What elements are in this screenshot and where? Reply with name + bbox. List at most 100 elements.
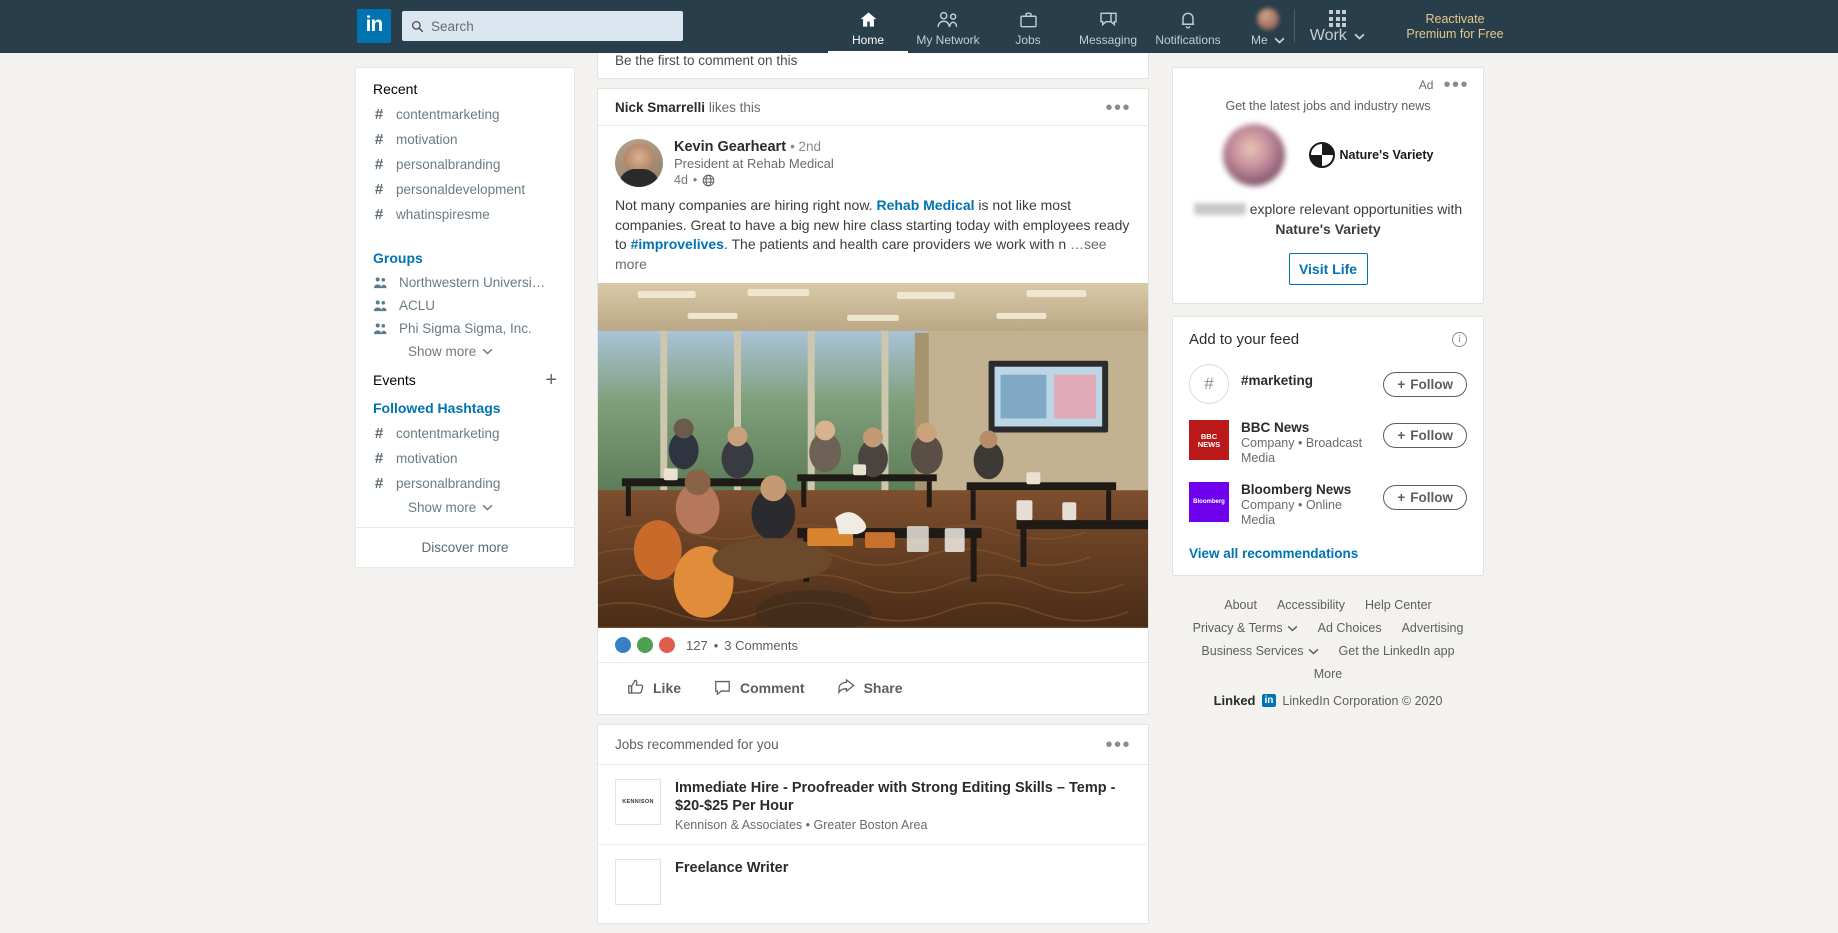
follow-button[interactable]: + Follow [1383,372,1467,397]
recent-hashtag-item[interactable]: # contentmarketing [373,106,557,123]
footer-link-about[interactable]: About [1224,598,1257,612]
followed-hashtags-title[interactable]: Followed Hashtags [373,400,557,416]
nav-item-notifications[interactable]: Notifications [1148,0,1228,53]
followed-hashtag-item[interactable]: # contentmarketing [373,425,557,442]
footer-link-accessibility[interactable]: Accessibility [1277,598,1345,612]
nav-item-me[interactable]: Me [1228,0,1308,53]
people-icon [936,8,960,30]
footer-link-privacy-terms[interactable]: Privacy & Terms [1193,621,1298,635]
nav-item-work[interactable]: Work [1300,0,1375,53]
info-icon[interactable]: i [1452,332,1467,347]
post-hashtag-improvelives[interactable]: #improvelives [631,236,724,252]
footer-row: Business Services Get the LinkedIn app [1172,644,1484,658]
hashtags-show-more-button[interactable]: Show more [408,500,557,515]
post-link-rehab-medical[interactable]: Rehab Medical [876,197,974,213]
view-all-recommendations-link[interactable]: View all recommendations [1173,537,1483,571]
ad-options-button[interactable]: ••• [1443,75,1469,95]
linkedin-logo[interactable]: in [357,9,391,43]
comment-count[interactable]: 3 Comments [724,638,798,653]
recent-section: Recent # contentmarketing # motivation #… [356,68,574,223]
share-button[interactable]: Share [823,670,917,705]
recent-hashtag-item[interactable]: # motivation [373,131,557,148]
footer-brand-word: Linked [1213,693,1256,708]
footer-link-business-services[interactable]: Business Services [1201,644,1318,658]
job-list-item[interactable]: Freelance Writer [598,845,1148,923]
group-item[interactable]: Phi Sigma Sigma, Inc. [373,321,557,336]
footer-link-get-app[interactable]: Get the LinkedIn app [1339,644,1455,658]
comment-button-label: Comment [740,679,805,696]
job-title[interactable]: Immediate Hire - Proofreader with Strong… [675,779,1131,815]
brand-mark-icon [1308,142,1335,168]
post-image[interactable] [598,283,1148,628]
group-label: Northwestern University Alu… [399,275,547,290]
group-item[interactable]: ACLU [373,298,557,313]
right-sidebar: Ad ••• Get the latest jobs and industry … [1172,67,1484,708]
search-input[interactable] [431,18,674,34]
add-to-feed-item-name[interactable]: BBC News [1241,420,1371,435]
visit-life-button[interactable]: Visit Life [1288,253,1368,285]
search-box[interactable] [402,11,683,41]
add-event-button[interactable]: + [545,370,557,390]
hashtag-icon: # [374,181,384,198]
footer-row: Privacy & Terms Ad Choices Advertising [1172,621,1484,635]
hashtag-icon: # [374,450,384,467]
recent-hashtag-item[interactable]: # personalbranding [373,156,557,173]
post-social-proof: Nick Smarrelli likes this ••• [598,89,1148,126]
care-reaction-icon [637,637,653,653]
like-button-label: Like [653,679,682,696]
followed-hashtag-label: personalbranding [396,476,501,491]
job-list-item[interactable]: KENNISON Immediate Hire - Proofreader wi… [598,765,1148,845]
followed-hashtag-item[interactable]: # personalbranding [373,475,557,492]
footer-link-advertising[interactable]: Advertising [1402,621,1464,635]
footer-link-ad-choices[interactable]: Ad Choices [1318,621,1382,635]
like-button[interactable]: Like [612,670,695,705]
comment-button[interactable]: Comment [699,670,819,705]
follow-button-label: Follow [1410,428,1453,443]
ad-body-brand: Nature's Variety [1275,221,1381,237]
follow-button[interactable]: + Follow [1383,423,1467,448]
job-title[interactable]: Freelance Writer [675,859,788,877]
left-sidebar-card: Recent # contentmarketing # motivation #… [355,67,575,568]
group-icon [373,276,387,288]
share-icon [837,678,855,695]
author-avatar[interactable] [615,139,663,187]
add-to-feed-item-name[interactable]: Bloomberg News [1241,482,1371,497]
footer-link-help-center[interactable]: Help Center [1365,598,1432,612]
briefcase-icon [1018,8,1039,30]
hashtag-icon: # [374,131,384,148]
group-item[interactable]: Northwestern University Alu… [373,275,557,290]
add-to-feed-item-name[interactable]: #marketing [1241,373,1371,388]
events-title: Events [373,372,416,388]
groups-show-more-button[interactable]: Show more [408,344,557,359]
add-to-feed-card: Add to your feed i # #marketing + Follow… [1172,316,1484,576]
discover-more-button[interactable]: Discover more [356,527,574,567]
nav-item-my-network[interactable]: My Network [908,0,988,53]
reaction-count[interactable]: 127 [686,638,708,653]
previous-post-comment-prompt[interactable]: Be the first to comment on this [598,53,1148,78]
hashtag-icon: # [374,425,384,442]
follow-button[interactable]: + Follow [1383,485,1467,510]
reactivate-premium-link[interactable]: Reactivate Premium for Free [1375,0,1535,53]
author-meta: Kevin Gearheart • 2nd President at Rehab… [674,139,834,187]
nav-item-home[interactable]: Home [828,0,908,53]
recent-hashtag-item[interactable]: # whatinspiresme [373,206,557,223]
ad-logos: Nature's Variety [1187,124,1469,186]
top-navigation-bar: in Home My Network [0,0,1838,53]
nav-item-messaging[interactable]: Messaging [1068,0,1148,53]
groups-title[interactable]: Groups [373,250,557,266]
chevron-down-icon [1287,625,1298,632]
author-degree: • 2nd [790,139,822,154]
nav-item-jobs[interactable]: Jobs [988,0,1068,53]
footer-link-more[interactable]: More [1314,667,1342,681]
post-options-button[interactable]: ••• [1105,98,1131,118]
jobs-options-button[interactable]: ••• [1105,735,1131,755]
events-section: Events + [356,359,574,400]
recent-hashtag-item[interactable]: # personaldevelopment [373,181,557,198]
bbc-logo-text: BBC NEWS [1197,431,1221,449]
author-name-row[interactable]: Kevin Gearheart • 2nd [674,139,834,155]
recent-hashtag-label: contentmarketing [396,107,500,122]
recent-hashtag-label: whatinspiresme [396,207,490,222]
hashtags-show-more-label: Show more [408,500,477,515]
followed-hashtag-item[interactable]: # motivation [373,450,557,467]
recent-hashtag-label: motivation [396,132,458,147]
